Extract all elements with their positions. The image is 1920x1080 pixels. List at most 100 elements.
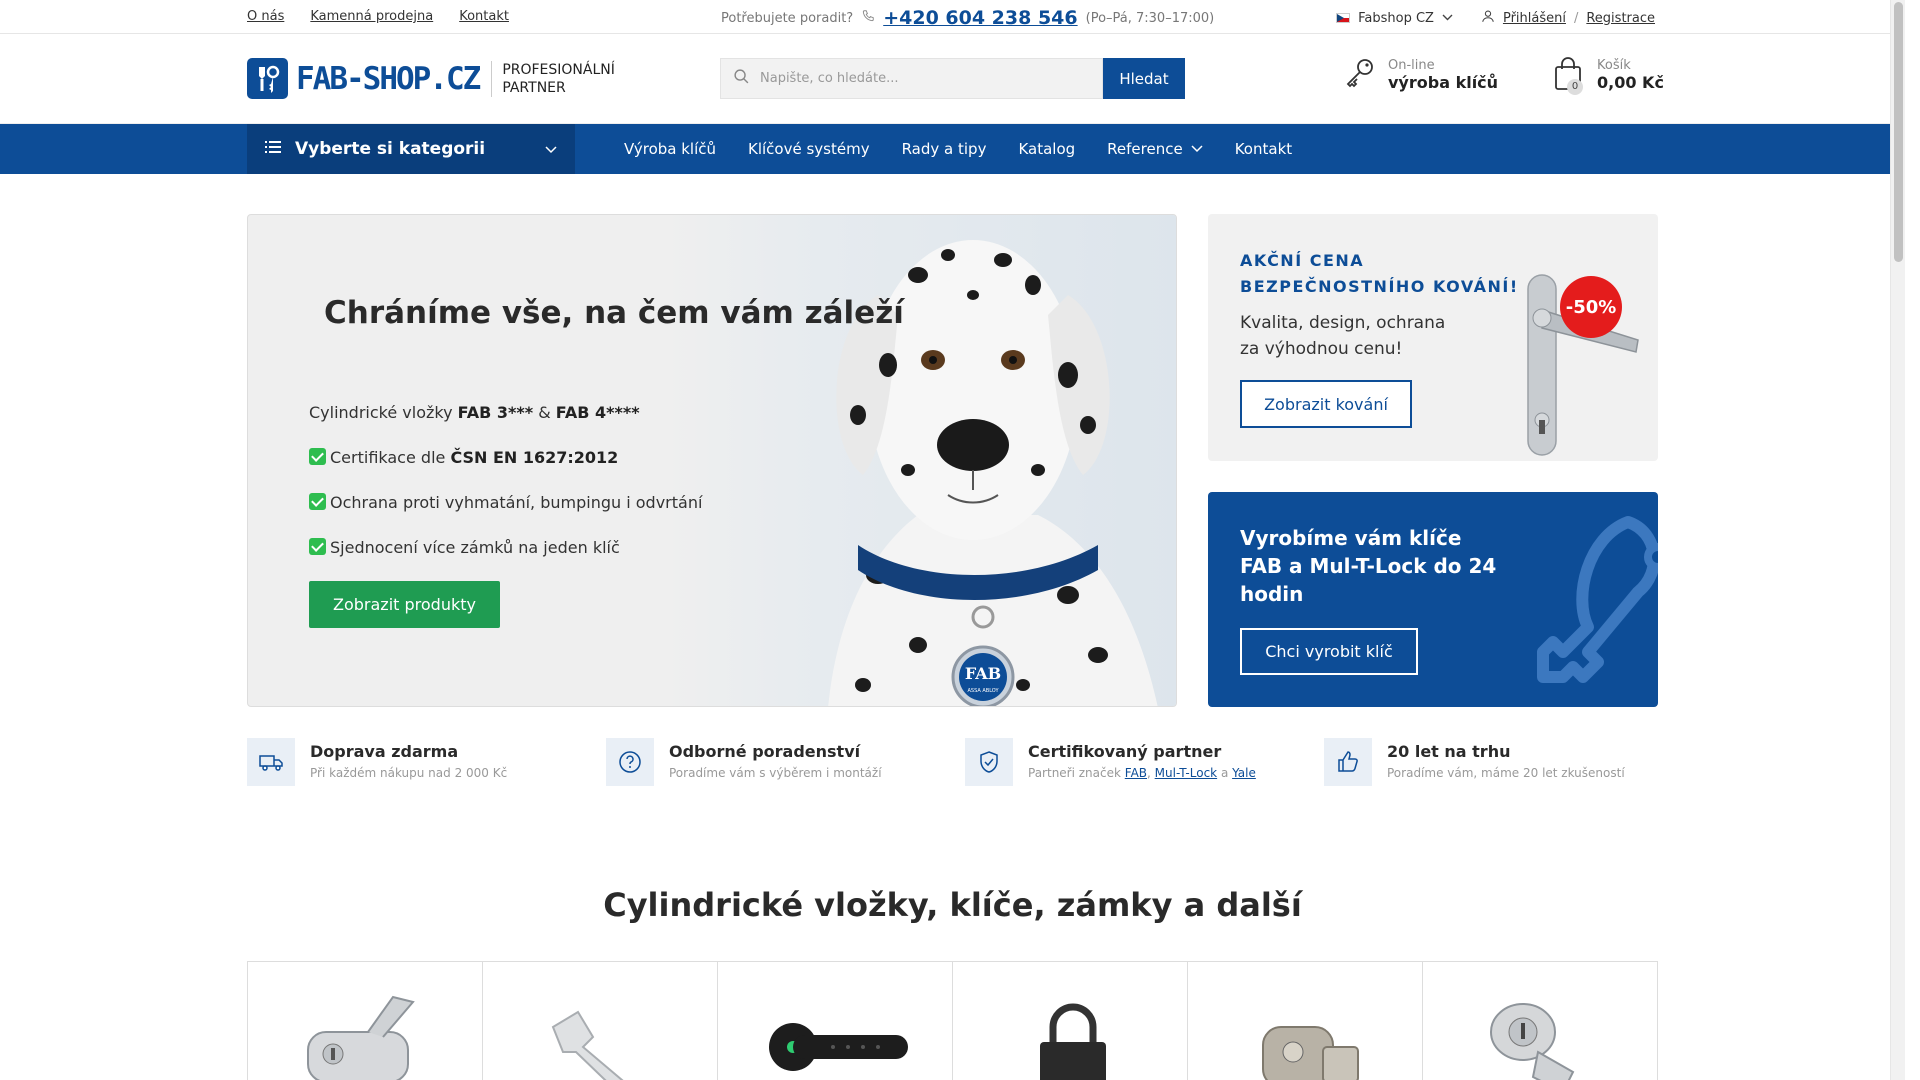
promo-keys-title: Vyrobíme vám klíče FAB a Mul-T-Lock do 2…	[1240, 526, 1497, 606]
top-links: O nás Kamenná prodejna Kontakt	[247, 9, 509, 24]
top-bar: O nás Kamenná prodejna Kontakt Potřebuje…	[0, 0, 1905, 34]
cam-lock-image	[1490, 1003, 1575, 1080]
promo-hardware-card: AKČNÍ CENA BEZPEČNOSTNÍHO KOVÁNÍ! Kvalit…	[1208, 214, 1658, 461]
key-icon	[1344, 57, 1376, 93]
feature-title: Odborné poradenství	[669, 742, 861, 761]
search-button[interactable]: Hledat	[1103, 58, 1185, 99]
line1-fab3: FAB 3***	[457, 403, 534, 422]
promo-keys-card: Vyrobíme vám klíče FAB a Mul-T-Lock do 2…	[1208, 492, 1658, 707]
line2-text: Certifikace dle	[330, 448, 451, 467]
cart-count-badge: 0	[1567, 79, 1583, 95]
nav-tips[interactable]: Rady a tipy	[902, 140, 987, 158]
nav-key-systems[interactable]: Klíčové systémy	[748, 140, 870, 158]
truck-icon	[247, 738, 295, 786]
category-card-cam-locks[interactable]	[1423, 962, 1657, 1080]
login-link[interactable]: Přihlášení	[1503, 11, 1566, 26]
feature-free-shipping: Doprava zdarma Při každém nákupu nad 2 0…	[247, 738, 507, 786]
category-card-padlocks[interactable]	[953, 962, 1188, 1080]
hero-line-products: Cylindrické vložky FAB 3*** & FAB 4****	[309, 390, 702, 435]
search-icon	[733, 68, 750, 89]
link-store[interactable]: Kamenná prodejna	[310, 9, 433, 24]
nav-menu: Výroba klíčů Klíčové systémy Rady a tipy…	[624, 124, 1292, 174]
main-nav: Vyberte si kategorii Výroba klíčů Klíčov…	[0, 124, 1905, 174]
link-contact[interactable]: Kontakt	[459, 9, 509, 24]
opening-hours: (Po–Pá, 7:30–17:00)	[1085, 10, 1215, 26]
brand-link-yale[interactable]: Yale	[1232, 766, 1256, 780]
feature-certified: Certifikovaný partner Partneři značek FA…	[965, 738, 1256, 786]
line2-norm: ČSN EN 1627:2012	[450, 448, 619, 467]
cart-total: 0,00 Kč	[1597, 73, 1664, 92]
line4-text: Sjednocení více zámků na jeden klíč	[330, 538, 620, 557]
hero-title: Chráníme vše, na čem vám záleží	[324, 295, 904, 331]
shop-selector[interactable]: Fabshop CZ	[1358, 11, 1434, 26]
key-image	[551, 1010, 624, 1080]
tagline-line-1: PROFESIONÁLNÍ	[502, 61, 615, 78]
hero-banner: FAB ASSA ABLOY Chráníme vše, na čem vám …	[247, 214, 1177, 707]
feature-desc: Poradíme vám, máme 20 let zkušeností	[1387, 766, 1625, 780]
category-card-cylinders[interactable]	[248, 962, 483, 1080]
show-hardware-button[interactable]: Zobrazit kování	[1240, 380, 1412, 428]
key-production-link[interactable]: On-line výroba klíčů	[1344, 57, 1498, 93]
thumbs-up-icon	[1324, 738, 1372, 786]
chevron-down-icon[interactable]	[1442, 11, 1453, 26]
register-link[interactable]: Registrace	[1586, 11, 1655, 26]
category-card-rim-locks[interactable]	[1188, 962, 1423, 1080]
make-key-button[interactable]: Chci vyrobit klíč	[1240, 628, 1418, 675]
features-row: Doprava zdarma Při každém nákupu nad 2 0…	[247, 738, 1658, 788]
brand-comma: ,	[1147, 766, 1151, 780]
feature-desc: Poradíme vám s výběrem i montáží	[669, 766, 882, 780]
search-input[interactable]: Napište, co hledáte...	[720, 58, 1103, 99]
key-outline-icon	[1537, 516, 1658, 683]
line3-text: Ochrana proti vyhmatání, bumpingu i odvr…	[330, 493, 703, 512]
page-scrollbar[interactable]	[1890, 0, 1905, 1080]
logo[interactable]: FAB-SHOP.CZ PROFESIONÁLNÍ PARTNER	[247, 58, 615, 99]
category-card-keys[interactable]	[483, 962, 718, 1080]
cart-link[interactable]: 0 Košík 0,00 Kč	[1553, 57, 1664, 95]
link-about[interactable]: O nás	[247, 9, 284, 24]
logo-key-icon	[247, 58, 288, 99]
promo-title-line-2: BEZPEČNOSTNÍHO KOVÁNÍ!	[1240, 277, 1519, 296]
check-icon	[309, 538, 326, 555]
feature-desc: Partneři značek FAB, Mul-T-Lock a Yale	[1028, 766, 1256, 780]
check-icon	[309, 493, 326, 510]
promo-hardware-text: Kvalita, design, ochrana za výhodnou cen…	[1240, 310, 1445, 362]
search-placeholder: Napište, co hledáte...	[760, 71, 899, 86]
feature-title: Doprava zdarma	[310, 742, 459, 761]
promo-text-line-2: za výhodnou cenu!	[1240, 339, 1403, 359]
nav-catalog[interactable]: Katalog	[1018, 140, 1075, 158]
smart-handle-image	[769, 1023, 908, 1071]
nav-contact[interactable]: Kontakt	[1235, 140, 1292, 158]
brand-and: a	[1217, 766, 1233, 780]
line1-fab4: FAB 4****	[555, 403, 640, 422]
cart-label: Košík	[1597, 58, 1631, 73]
category-grid	[247, 961, 1658, 1080]
line1-text: Cylindrické vložky	[309, 403, 458, 422]
show-products-button[interactable]: Zobrazit produkty	[309, 581, 500, 628]
top-right: Fabshop CZ Přihlášení / Registrace	[1336, 9, 1655, 27]
category-dropdown[interactable]: Vyberte si kategorii	[247, 124, 575, 174]
page: O nás Kamenná prodejna Kontakt Potřebuje…	[0, 0, 1905, 1080]
feature-title: Certifikovaný partner	[1028, 742, 1222, 761]
rim-lock-image	[1262, 1026, 1359, 1080]
padlock-image	[1040, 1003, 1106, 1080]
nav-references[interactable]: Reference	[1107, 140, 1203, 158]
category-label: Vyberte si kategorii	[295, 139, 486, 159]
dog-tag-sub: ASSA ABLOY	[967, 688, 999, 694]
section-title: Cylindrické vložky, klíče, zámky a další	[603, 886, 1302, 924]
feature-title: 20 let na trhu	[1387, 742, 1511, 761]
nav-key-production[interactable]: Výroba klíčů	[624, 140, 716, 158]
user-icon	[1481, 9, 1495, 27]
phone-link[interactable]: +420 604 238 546	[883, 7, 1077, 29]
dog-tag-fab: FAB	[965, 664, 1001, 683]
partner-prefix: Partneři značek	[1028, 766, 1125, 780]
category-card-smart-locks[interactable]	[718, 962, 953, 1080]
chevron-down-icon	[545, 140, 557, 163]
brand-link-fab[interactable]: FAB	[1125, 766, 1147, 780]
cylinder-lock-image	[307, 995, 415, 1080]
question-icon	[606, 738, 654, 786]
feature-advice: Odborné poradenství Poradíme vám s výběr…	[606, 738, 882, 786]
scrollbar-thumb[interactable]	[1894, 2, 1903, 262]
logo-tagline: PROFESIONÁLNÍ PARTNER	[491, 60, 615, 97]
discount-badge: -50%	[1560, 276, 1622, 338]
brand-link-multlock[interactable]: Mul-T-Lock	[1155, 766, 1217, 780]
